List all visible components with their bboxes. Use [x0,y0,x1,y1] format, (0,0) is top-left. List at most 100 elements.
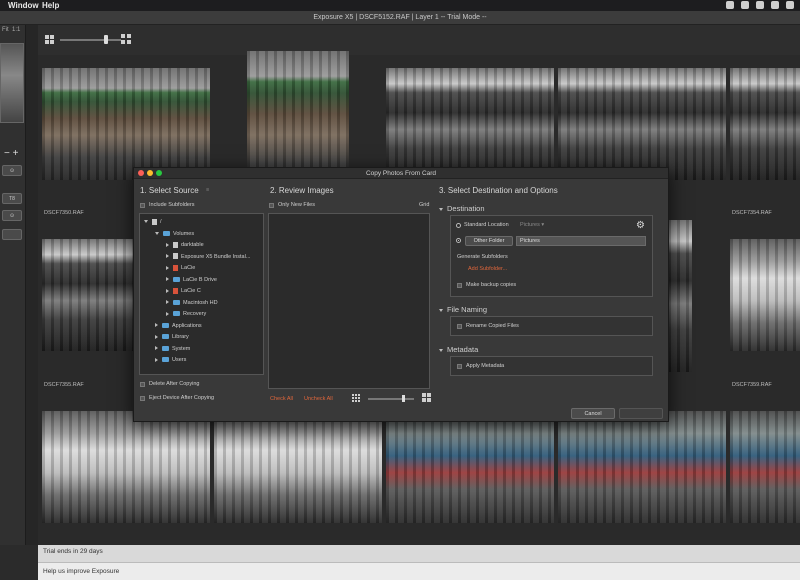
disclosure-closed-icon[interactable] [166,254,169,259]
panel-divider[interactable] [26,25,38,545]
tree-row[interactable]: Macintosh HD [166,299,218,307]
disclosure-closed-icon[interactable] [155,357,158,362]
other-folder-button[interactable]: Other Folder [465,236,513,246]
airplay-icon[interactable] [771,1,779,9]
grid-toggle[interactable]: Grid [419,202,429,208]
photo-thumbnail[interactable] [386,411,554,523]
close-window-icon[interactable] [138,170,144,176]
tree-row[interactable]: System [155,345,190,353]
standard-location-label: Standard Location [464,222,509,228]
wifi-icon[interactable] [786,1,794,9]
standard-location-select[interactable]: Pictures ▾ [520,222,544,228]
zoom-window-icon[interactable] [156,170,162,176]
zoom-plus-minus[interactable]: − + [4,148,18,159]
photo-thumbnail[interactable] [668,220,692,372]
panel-button-4[interactable] [2,229,22,240]
creative-cloud-icon[interactable] [741,1,749,9]
navigator-thumbnail[interactable] [0,43,24,123]
tree-row[interactable]: LaCie [166,264,195,272]
tree-row[interactable]: LaCie B Drive [166,276,217,284]
folder-icon [163,230,170,236]
photo-thumbnail[interactable] [558,68,726,180]
source-menu-icon[interactable]: ≡ [206,187,209,193]
disclosure-closed-icon[interactable] [155,334,158,339]
disclosure-closed-icon[interactable] [166,265,169,270]
disclosure-closed-icon[interactable] [166,288,169,293]
delete-after-copying-checkbox[interactable] [140,382,145,387]
eject-after-copying-checkbox[interactable] [140,396,145,401]
system-tray [726,1,794,9]
tree-row[interactable]: Applications [155,322,202,330]
dropbox-icon[interactable] [726,1,734,9]
only-new-files-checkbox[interactable] [269,203,274,208]
tree-row[interactable]: darktable [166,241,204,249]
photo-thumbnail[interactable] [558,411,726,523]
folder-icon [173,311,180,317]
file-name-label: DSCF7350.RAF [44,210,84,216]
review-slider-knob-icon[interactable] [402,395,405,402]
disclosure-closed-icon[interactable] [155,346,158,351]
photo-thumbnail[interactable] [386,68,554,180]
rename-files-checkbox[interactable] [457,324,462,329]
menu-help[interactable]: Help [42,0,59,11]
cancel-button[interactable]: Cancel [571,408,615,419]
thumbnail-size-slider[interactable] [60,39,124,41]
feedback-bar[interactable]: Help us improve Exposure [38,562,800,580]
photo-thumbnail[interactable] [42,239,134,351]
tree-row[interactable]: Recovery [166,310,206,318]
fit-label[interactable]: Fit 1:1 [2,27,20,33]
photo-thumbnail[interactable] [214,411,382,523]
tree-row[interactable]: / [144,218,162,226]
photo-thumbnail[interactable] [730,68,800,180]
file-naming-section-toggle[interactable]: File Naming [439,305,487,314]
tree-row[interactable]: LaCie C [166,287,201,295]
include-subfolders-checkbox[interactable] [140,203,145,208]
metadata-section-toggle[interactable]: Metadata [439,345,478,354]
bluetooth-icon[interactable] [756,1,764,9]
photo-thumbnail[interactable] [42,411,210,523]
other-folder-radio[interactable] [456,238,461,243]
disclosure-closed-icon[interactable] [166,300,169,305]
review-images-panel[interactable] [268,213,430,389]
eject-after-copying-label: Eject Device After Copying [149,395,215,401]
check-all-link[interactable]: Check All [270,396,293,402]
slider-knob-icon[interactable] [104,35,108,44]
tree-row-label: Recovery [183,311,207,317]
folder-icon [162,322,169,328]
gear-icon[interactable]: ⚙ [636,220,645,231]
disclosure-closed-icon[interactable] [166,311,169,316]
feedback-text[interactable]: Help us improve Exposure [43,568,119,575]
review-zoom-slider[interactable] [368,398,414,400]
file-name-label: DSCF7359.RAF [732,382,772,388]
window-title: Exposure X5 | DSCF5152.RAF | Layer 1 -- … [0,11,800,25]
photo-thumbnail[interactable] [42,68,210,180]
tree-row[interactable]: Exposure X5 Bundle Instal... [166,253,250,261]
uncheck-all-link[interactable]: Uncheck All [304,396,333,402]
tree-row[interactable]: Volumes [155,230,194,238]
menu-window[interactable]: Window [8,0,39,11]
tree-row[interactable]: Library [155,333,189,341]
panel-button-2[interactable]: T8 [2,193,22,204]
photo-thumbnail[interactable] [730,411,800,523]
copy-button[interactable] [619,408,663,419]
minimize-window-icon[interactable] [147,170,153,176]
backup-copies-checkbox[interactable] [457,283,462,288]
disclosure-closed-icon[interactable] [166,277,169,282]
add-subfolder-link[interactable]: Add Subfolder... [468,266,507,272]
photo-thumbnail[interactable] [730,239,800,351]
disclosure-open-icon[interactable] [144,220,148,224]
large-grid-icon[interactable] [121,34,131,44]
standard-location-radio[interactable] [456,223,461,228]
destination-section-toggle[interactable]: Destination [439,204,485,213]
disclosure-open-icon[interactable] [155,231,159,235]
tree-row[interactable]: Users [155,356,186,364]
grid-view-icon[interactable] [45,35,54,44]
other-folder-path[interactable]: Pictures [516,236,646,246]
apply-metadata-checkbox[interactable] [457,364,462,369]
large-grid-icon[interactable] [422,393,431,402]
panel-button-3[interactable]: ⊙ [2,210,22,221]
disclosure-closed-icon[interactable] [155,323,158,328]
disclosure-closed-icon[interactable] [166,242,169,247]
panel-button-1[interactable]: ⊙ [2,165,22,176]
small-grid-icon[interactable] [352,394,360,402]
